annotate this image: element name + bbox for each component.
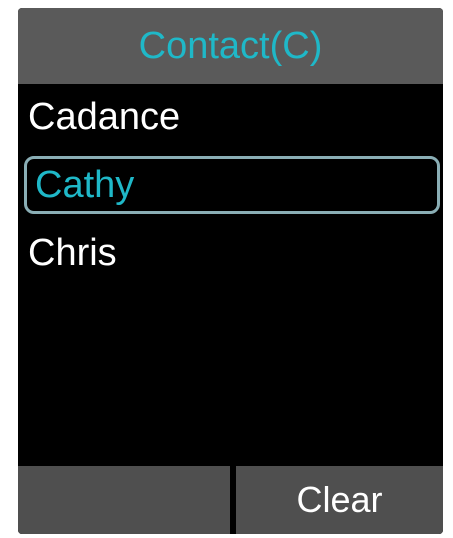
contact-name: Cathy: [35, 163, 135, 206]
left-softkey[interactable]: [18, 466, 230, 534]
clear-softkey-label: Clear: [296, 479, 383, 520]
title-bar: Contact(C): [18, 8, 443, 84]
contact-item-cadance[interactable]: Cadance: [18, 86, 443, 148]
phone-screen: Contact(C) Cadance Cathy Chris Clear: [18, 8, 443, 534]
contact-name: Cadance: [28, 95, 181, 138]
contact-name: Chris: [28, 231, 117, 274]
softkey-bar: Clear: [18, 462, 443, 534]
page-title: Contact(C): [138, 25, 323, 67]
clear-softkey[interactable]: Clear: [236, 466, 443, 534]
contact-item-cathy[interactable]: Cathy: [24, 156, 440, 214]
contact-item-chris[interactable]: Chris: [18, 222, 443, 284]
